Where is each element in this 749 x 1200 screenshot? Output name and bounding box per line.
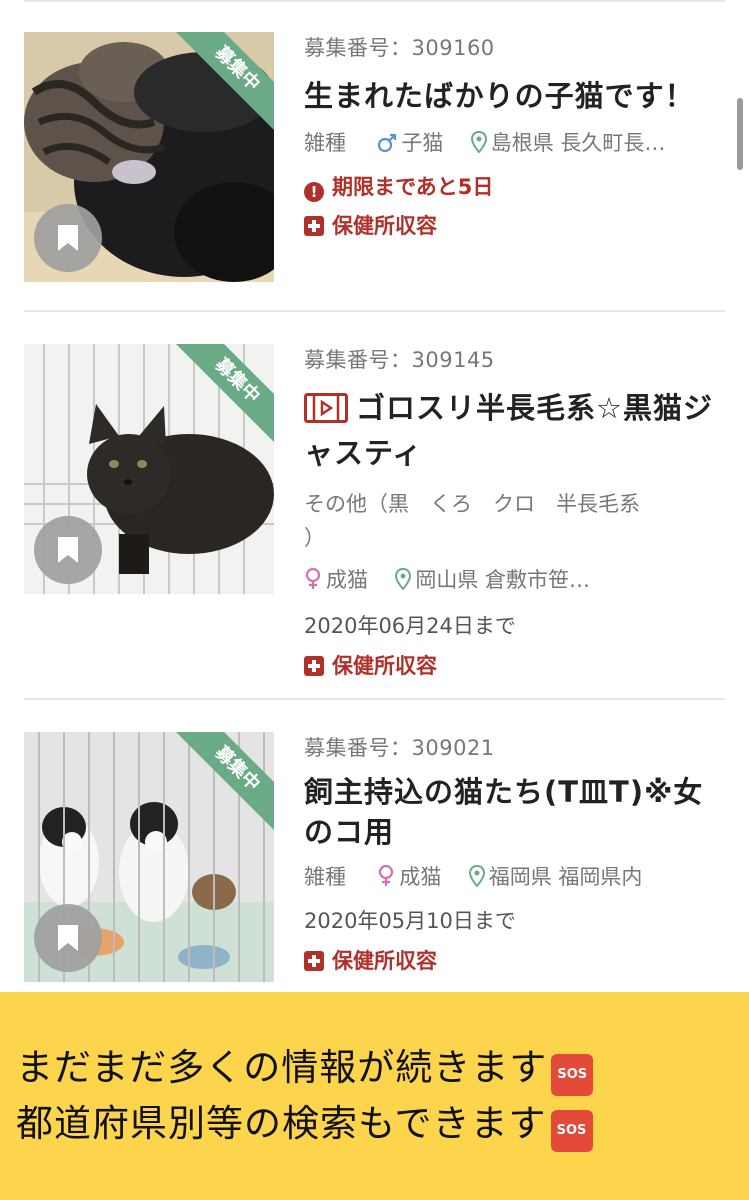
banner-text-2: 都道府県別等の検索もできます [16,1102,547,1145]
plus-icon [304,656,324,676]
cat-photo[interactable]: 募集中 [24,32,274,282]
listing-meta: 雑種 成猫 福岡県 福岡県内 [304,862,725,895]
location-pin-icon [470,130,487,161]
location-pin-icon [468,864,485,895]
title-line1: 飼主持込の猫たち(T皿T)※女 [304,775,704,809]
title-line2: ャスティ [304,436,423,470]
location: 島根県 長久町長… [490,131,666,155]
bookmark-icon [58,537,78,563]
location: 福岡県 福岡県内 [488,865,643,889]
title-line2: のコ用 [304,815,395,849]
tag-text: 保健所収容 [332,654,437,678]
breed-line1: その他（黒 くろ クロ 半長毛系 [304,492,640,516]
location: 岡山県 倉敷市笹… [415,568,591,592]
listing-card[interactable]: 募集中 募集番号：309021 飼主持込の猫たち(T皿T)※女 のコ用 雑種 成… [24,700,725,992]
banner-line-1: まだまだ多くの情報が続きます SOS [16,1040,749,1096]
listing-meta: 成猫 岡山県 倉敷市笹… [304,565,725,598]
sos-icon: SOS [551,1054,594,1096]
shelter-tag: 保健所収容 [304,945,725,975]
cat-photo[interactable]: 募集中 [24,732,274,982]
tag-text: 保健所収容 [332,214,437,238]
exclamation-icon: ! [304,182,324,202]
listing-number: 募集番号：309145 [304,348,495,372]
bookmark-icon [58,925,78,951]
female-icon [304,567,322,598]
bookmark-button[interactable] [34,904,102,972]
scrollbar[interactable] [737,98,743,170]
deadline-date: 2020年05月10日まで [304,909,516,933]
bookmark-button[interactable] [34,516,102,584]
breed: その他（黒 くろ クロ 半長毛系 ） [304,487,725,555]
promo-banner: まだまだ多くの情報が続きます SOS 都道府県別等の検索もできます SOS [0,992,749,1200]
breed-line2: ） [304,526,325,550]
female-icon [377,864,395,895]
listing-title[interactable]: ゴロスリ半長毛系☆黒猫ジ ャスティ [304,388,725,473]
plus-icon [304,216,324,236]
location-pin-icon [395,567,412,598]
bookmark-icon [58,225,78,251]
listing-meta: 雑種 子猫 島根県 長久町長… [304,128,725,161]
listing-title[interactable]: 飼主持込の猫たち(T皿T)※女 のコ用 [304,772,725,852]
tag-text: 保健所収容 [332,949,437,973]
title-line1: ゴロスリ半長毛系☆黒猫ジ [356,391,713,425]
sos-icon: SOS [550,1110,593,1152]
banner-text-1: まだまだ多くの情報が続きます [16,1046,548,1089]
cat-photo[interactable]: 募集中 [24,344,274,594]
age: 成猫 [399,865,442,889]
breed: 雑種 [304,865,346,889]
video-icon [304,393,348,433]
plus-icon [304,951,324,971]
listing-title[interactable]: 生まれたばかりの子猫です！ [304,76,725,116]
bookmark-button[interactable] [34,204,102,272]
shelter-tag: 保健所収容 [304,650,725,680]
banner-line-2: 都道府県別等の検索もできます SOS [16,1096,749,1152]
male-icon [377,131,397,161]
age: 成猫 [326,568,368,592]
listing-number: 募集番号：309021 [304,736,495,760]
shelter-tag: 保健所収容 [304,210,725,240]
age: 子猫 [401,131,444,155]
alert-text: 期限まであと5日 [332,175,494,199]
deadline-alert: ! 期限まであと5日 [304,171,725,202]
deadline-date: 2020年06月24日まで [304,614,516,638]
breed: 雑種 [304,131,346,155]
listing-number: 募集番号：309160 [304,36,495,60]
listing-card[interactable]: 募集中 募集番号：309160 生まれたばかりの子猫です！ 雑種 子猫 島根県 … [24,0,725,312]
listing-card[interactable]: 募集中 募集番号：309145 ゴロスリ半長毛系☆黒猫ジ ャスティ その他（黒 … [24,312,725,700]
